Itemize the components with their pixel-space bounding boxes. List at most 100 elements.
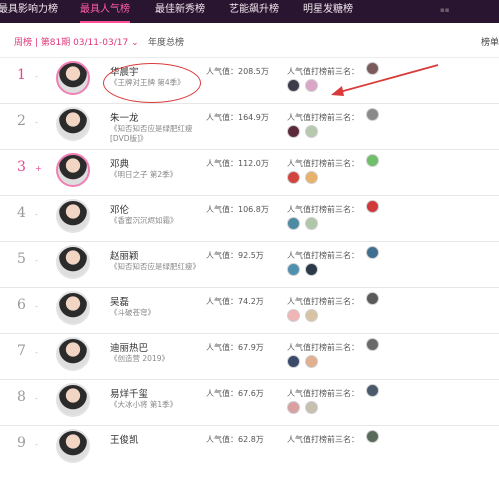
star-name[interactable]: 邓典 [110, 156, 129, 170]
rank-number: 9 [17, 435, 26, 451]
rank-number: 7 [17, 343, 26, 359]
star-name[interactable]: 王俊凯 [110, 432, 139, 446]
star-name[interactable]: 易烊千玺 [110, 386, 148, 400]
avatar[interactable] [56, 61, 90, 95]
week-selector[interactable]: 周榜 | 第81期 03/11-03/17 ⌄ [14, 35, 139, 48]
popularity-value: 人气值：62.8万 [206, 435, 264, 444]
fan-avatar[interactable] [287, 355, 300, 368]
avatar[interactable] [56, 291, 90, 325]
top-fans-label: 人气值打榜前三名： [287, 205, 359, 214]
tab-variety[interactable]: 艺能飙升榜 [229, 0, 279, 23]
top-fans-label: 人气值打榜前三名： [287, 159, 359, 168]
popularity-value: 人气值：208.5万 [206, 67, 269, 76]
star-name[interactable]: 赵丽颖 [110, 248, 139, 262]
ranking-row[interactable]: 4 - 邓伦 《香蜜沉沉烬如霜》 人气值：106.8万 人气值打榜前三名： [0, 196, 499, 242]
star-name[interactable]: 迪丽热巴 [110, 340, 148, 354]
avatar[interactable] [56, 153, 90, 187]
chevron-down-icon: ⌄ [131, 38, 139, 48]
star-name[interactable]: 邓伦 [110, 202, 129, 216]
fan-avatar[interactable] [287, 79, 300, 92]
ranking-row[interactable]: 6 - 吴磊 《斗破苍穹》 人气值：74.2万 人气值打榜前三名： [0, 288, 499, 334]
watermark-mark: ▪▪ [440, 6, 450, 14]
fan-avatar[interactable] [366, 292, 379, 305]
top-fans-label: 人气值打榜前三名： [287, 113, 359, 122]
red-arrow-annotation [331, 64, 439, 96]
fan-avatar[interactable] [366, 154, 379, 167]
fan-avatar[interactable] [305, 309, 318, 322]
star-work[interactable]: 《创造营 2019》 [110, 354, 198, 364]
fan-avatar[interactable] [287, 401, 300, 414]
ranking-row[interactable]: 3 + 邓典 《明日之子 第2季》 人气值：112.0万 人气值打榜前三名： [0, 150, 499, 196]
ranking-row[interactable]: 5 - 赵丽颖 《知否知否应是绿肥红瘦》 人气值：92.5万 人气值打榜前三名： [0, 242, 499, 288]
list-button[interactable]: 榜单 [481, 35, 499, 48]
star-work[interactable]: 《知否知否应是绿肥红瘦》 [110, 262, 200, 272]
tab-newcomer[interactable]: 最佳新秀榜 [155, 0, 205, 23]
fan-avatar[interactable] [287, 309, 300, 322]
trend-indicator: - [35, 256, 38, 265]
star-work[interactable]: 《斗破苍穹》 [110, 308, 198, 318]
star-work[interactable]: 《明日之子 第2季》 [110, 170, 198, 180]
star-work[interactable]: 《大冰小将 第1季》 [110, 400, 198, 410]
fan-avatar[interactable] [366, 338, 379, 351]
fan-avatar[interactable] [287, 125, 300, 138]
star-name[interactable]: 朱一龙 [110, 110, 139, 124]
top-fans-label: 人气值打榜前三名： [287, 297, 359, 306]
ranking-row[interactable]: 9 - 王俊凯 人气值：62.8万 人气值打榜前三名： [0, 426, 499, 486]
trend-indicator: - [35, 348, 38, 357]
fan-avatar[interactable] [366, 246, 379, 259]
star-work[interactable]: 《香蜜沉沉烬如霜》 [110, 216, 198, 226]
popularity-value: 人气值：67.9万 [206, 343, 264, 352]
rank-number: 2 [17, 113, 26, 129]
week-selector-label: 周榜 | 第81期 03/11-03/17 [14, 38, 129, 48]
trend-indicator: - [35, 394, 38, 403]
fan-avatar[interactable] [366, 200, 379, 213]
fan-avatar[interactable] [305, 263, 318, 276]
trend-indicator: - [35, 440, 38, 449]
star-name[interactable]: 吴磊 [110, 294, 129, 308]
fan-avatar[interactable] [305, 125, 318, 138]
fan-avatar[interactable] [305, 355, 318, 368]
tab-popularity-label: 最具人气榜 [80, 4, 130, 15]
popularity-value: 人气值：67.6万 [206, 389, 264, 398]
tab-popularity[interactable]: 最具人气榜 [80, 0, 130, 23]
year-total-link[interactable]: 年度总榜 [148, 35, 184, 48]
avatar[interactable] [56, 107, 90, 141]
popularity-value: 人气值：106.8万 [206, 205, 269, 214]
fan-avatar[interactable] [287, 171, 300, 184]
fan-avatar[interactable] [305, 79, 318, 92]
rank-number: 3 [17, 159, 26, 175]
rank-number: 1 [17, 67, 26, 83]
fan-avatar[interactable] [305, 401, 318, 414]
top-fans-label: 人气值打榜前三名： [287, 251, 359, 260]
fan-avatar[interactable] [287, 263, 300, 276]
trend-indicator: - [35, 118, 38, 127]
fan-avatar[interactable] [366, 384, 379, 397]
trend-indicator: - [35, 210, 38, 219]
fan-avatar[interactable] [366, 430, 379, 443]
highlight-circle-annotation [103, 63, 201, 103]
tab-sugar[interactable]: 明星发糖榜 [303, 0, 353, 23]
fan-avatar[interactable] [366, 108, 379, 121]
trend-indicator: - [35, 72, 38, 81]
tab-influence[interactable]: 最具影响力榜 [0, 0, 58, 23]
star-work[interactable]: 《知否知否应是绿肥红瘦[DVD版]》 [110, 124, 198, 144]
avatar[interactable] [56, 199, 90, 233]
avatar[interactable] [56, 383, 90, 417]
avatar[interactable] [56, 337, 90, 371]
fan-avatar[interactable] [305, 217, 318, 230]
avatar[interactable] [56, 429, 90, 463]
top-nav: 最具影响力榜 最具人气榜 最佳新秀榜 艺能飙升榜 明星发糖榜 ▪▪ [0, 0, 499, 23]
popularity-value: 人气值：92.5万 [206, 251, 264, 260]
fan-avatar[interactable] [305, 171, 318, 184]
popularity-value: 人气值：74.2万 [206, 297, 264, 306]
avatar[interactable] [56, 245, 90, 279]
ranking-row[interactable]: 8 - 易烊千玺 《大冰小将 第1季》 人气值：67.6万 人气值打榜前三名： [0, 380, 499, 426]
rank-number: 4 [17, 205, 26, 221]
ranking-row[interactable]: 7 - 迪丽热巴 《创造营 2019》 人气值：67.9万 人气值打榜前三名： [0, 334, 499, 380]
top-fans-label: 人气值打榜前三名： [287, 435, 359, 444]
rank-number: 5 [17, 251, 26, 267]
popularity-value: 人气值：164.9万 [206, 113, 269, 122]
rank-number: 6 [17, 297, 26, 313]
ranking-row[interactable]: 2 - 朱一龙 《知否知否应是绿肥红瘦[DVD版]》 人气值：164.9万 人气… [0, 104, 499, 150]
fan-avatar[interactable] [287, 217, 300, 230]
